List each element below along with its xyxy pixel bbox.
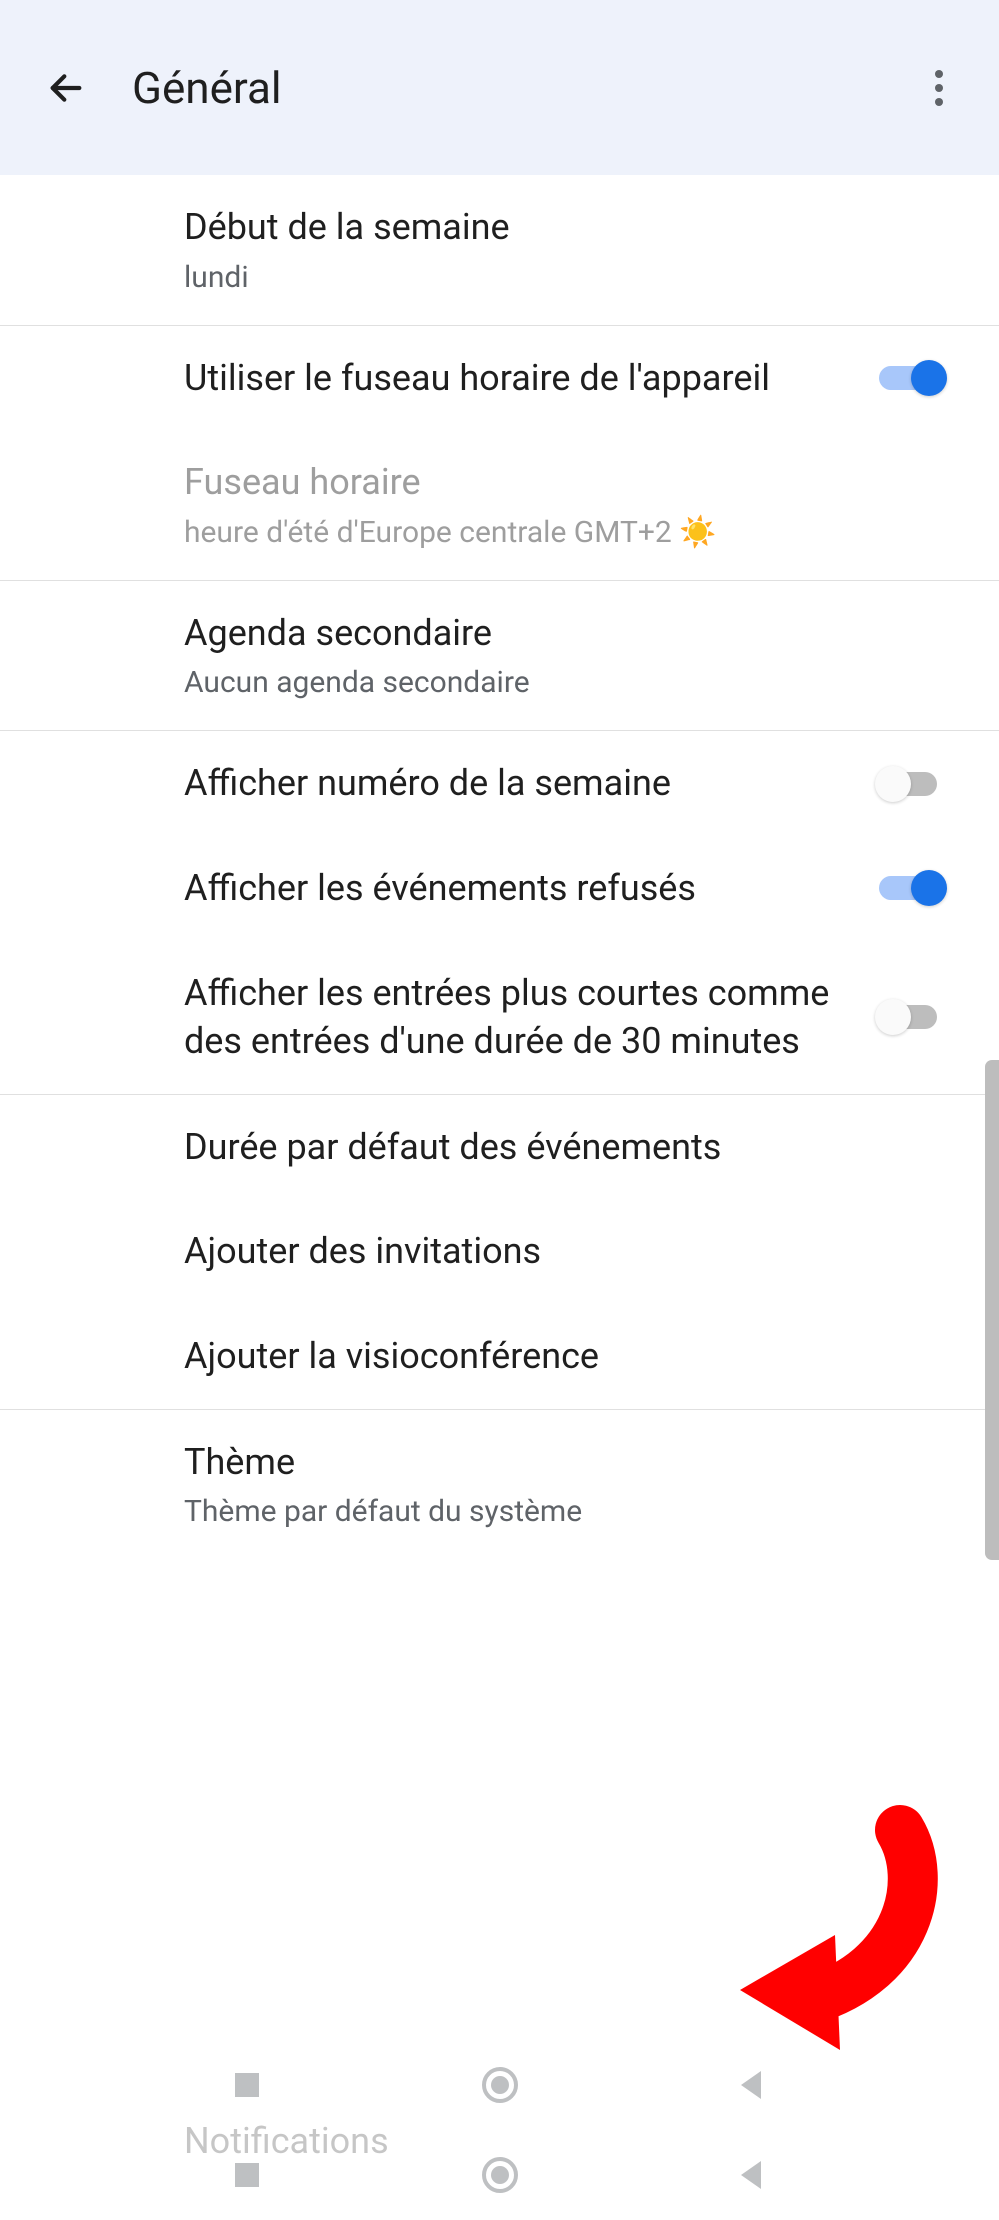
back-arrow-icon[interactable]: [42, 64, 90, 112]
home-icon[interactable]: [480, 2155, 520, 2195]
back-nav-icon[interactable]: [733, 2065, 773, 2105]
recents-icon[interactable]: [227, 2155, 267, 2195]
setting-title: Afficher les événements refusés: [184, 864, 855, 913]
system-navbar-duplicate: [0, 2130, 999, 2220]
app-header: Général: [0, 0, 999, 175]
setting-show-declined[interactable]: Afficher les événements refusés: [0, 836, 999, 941]
setting-title: Thème: [184, 1438, 939, 1487]
setting-value: lundi: [184, 258, 939, 297]
setting-device-timezone[interactable]: Utiliser le fuseau horaire de l'appareil: [0, 326, 999, 431]
setting-title: Ajouter la visioconférence: [184, 1332, 939, 1381]
settings-list: Début de la semaine lundi Utiliser le fu…: [0, 175, 999, 1559]
toggle-device-timezone[interactable]: [875, 359, 947, 397]
setting-value: heure d'été d'Europe centrale GMT+2 ☀️: [184, 513, 939, 552]
setting-theme[interactable]: Thème Thème par défaut du système: [0, 1410, 999, 1560]
setting-title: Durée par défaut des événements: [184, 1123, 939, 1172]
toggle-short-entries[interactable]: [875, 998, 947, 1036]
page-title: Général: [132, 62, 282, 114]
back-nav-icon[interactable]: [733, 2155, 773, 2195]
recents-icon[interactable]: [227, 2065, 267, 2105]
setting-week-start[interactable]: Début de la semaine lundi: [0, 175, 999, 325]
setting-title: Fuseau horaire: [184, 458, 939, 507]
annotation-arrow-icon: [680, 1800, 940, 2060]
setting-timezone: Fuseau horaire heure d'été d'Europe cent…: [0, 430, 999, 580]
setting-add-invitations[interactable]: Ajouter des invitations: [0, 1199, 999, 1304]
setting-short-entries[interactable]: Afficher les entrées plus courtes comme …: [0, 941, 999, 1094]
setting-value: Aucun agenda secondaire: [184, 663, 939, 702]
scrollbar-thumb[interactable]: [985, 1060, 999, 1560]
setting-secondary-agenda[interactable]: Agenda secondaire Aucun agenda secondair…: [0, 581, 999, 731]
setting-title: Ajouter des invitations: [184, 1227, 939, 1276]
more-vert-icon[interactable]: [915, 64, 963, 112]
system-navbar: [0, 2040, 999, 2130]
setting-value: Thème par défaut du système: [184, 1492, 939, 1531]
setting-add-videoconf[interactable]: Ajouter la visioconférence: [0, 1304, 999, 1409]
setting-title: Afficher les entrées plus courtes comme …: [184, 969, 855, 1066]
toggle-week-number[interactable]: [875, 765, 947, 803]
setting-title: Début de la semaine: [184, 203, 939, 252]
setting-week-number[interactable]: Afficher numéro de la semaine: [0, 731, 999, 836]
setting-title: Utiliser le fuseau horaire de l'appareil: [184, 354, 855, 403]
home-icon[interactable]: [480, 2065, 520, 2105]
setting-title: Afficher numéro de la semaine: [184, 759, 855, 808]
toggle-show-declined[interactable]: [875, 869, 947, 907]
setting-default-duration[interactable]: Durée par défaut des événements: [0, 1095, 999, 1200]
setting-title: Agenda secondaire: [184, 609, 939, 658]
